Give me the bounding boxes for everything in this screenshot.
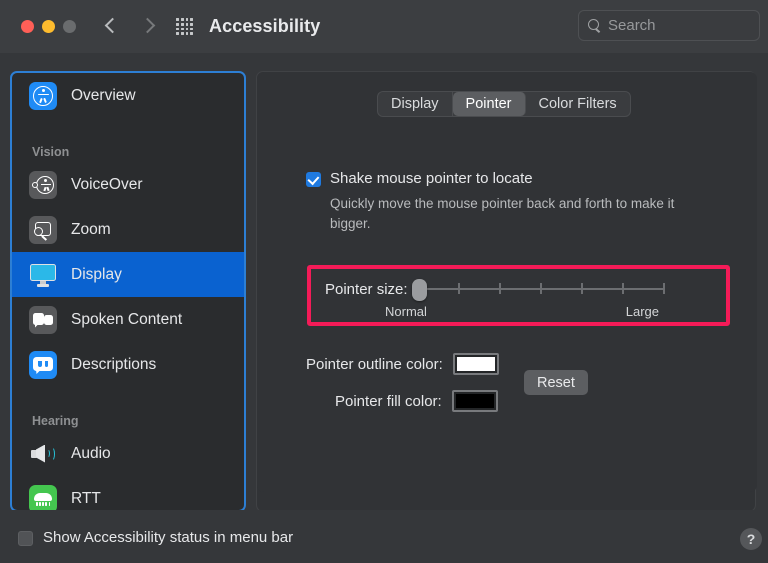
sidebar-item-label: Audio	[71, 445, 111, 463]
spoken-content-icon	[29, 306, 57, 334]
zoom-button[interactable]	[63, 20, 76, 33]
pointer-size-slider[interactable]	[417, 280, 665, 298]
zoom-icon	[29, 216, 57, 244]
sidebar-item-label: VoiceOver	[71, 176, 143, 194]
sidebar-item-voiceover[interactable]: VoiceOver	[12, 162, 244, 207]
slider-thumb[interactable]	[412, 279, 427, 301]
sidebar-item-audio[interactable]: Audio	[12, 431, 244, 476]
sidebar-item-label: Descriptions	[71, 356, 156, 374]
sidebar-section-vision: Vision	[12, 132, 244, 162]
voiceover-icon	[29, 171, 57, 199]
sidebar: Overview Vision VoiceOver	[10, 71, 246, 512]
traffic-light-group	[21, 20, 76, 33]
rtt-icon	[29, 485, 57, 513]
slider-max-label: Large	[626, 304, 659, 319]
pointer-settings-content: Shake mouse pointer to locate Quickly mo…	[257, 72, 757, 492]
sidebar-item-zoom[interactable]: Zoom	[12, 207, 244, 252]
sidebar-item-label: Overview	[71, 87, 136, 105]
window-body: Overview Vision VoiceOver	[0, 53, 768, 563]
slider-tick	[499, 283, 501, 294]
search-icon	[588, 19, 601, 32]
slider-tick	[622, 283, 624, 294]
main-panel-inner: Display Pointer Color Filters Shake mous…	[257, 72, 757, 492]
sidebar-spacer	[12, 387, 244, 401]
sidebar-item-label: Zoom	[71, 221, 111, 239]
sidebar-scroll-area[interactable]: Overview Vision VoiceOver	[12, 73, 244, 510]
pointer-size-label: Pointer size:	[325, 281, 408, 298]
sidebar-item-label: RTT	[71, 490, 101, 508]
main-panel: Display Pointer Color Filters Shake mous…	[256, 71, 756, 512]
sidebar-section-hearing: Hearing	[12, 401, 244, 431]
help-button[interactable]: ?	[740, 528, 762, 550]
menu-bar-status-checkbox-row[interactable]: Show Accessibility status in menu bar	[18, 529, 293, 546]
pointer-fill-color-label: Pointer fill color:	[335, 393, 442, 410]
sidebar-item-label: Spoken Content	[71, 311, 182, 329]
minimize-button[interactable]	[42, 20, 55, 33]
pointer-outline-color-well[interactable]	[453, 353, 499, 375]
pointer-fill-color-well[interactable]	[452, 390, 498, 412]
pointer-outline-color-label: Pointer outline color:	[306, 356, 443, 373]
sidebar-spacer	[12, 118, 244, 132]
slider-tick	[663, 283, 665, 294]
pointer-size-row: Pointer size:	[325, 280, 665, 298]
pointer-outline-color-row: Pointer outline color:	[306, 353, 499, 375]
shake-pointer-checkbox-row[interactable]: Shake mouse pointer to locate	[306, 170, 533, 187]
slider-tick	[581, 283, 583, 294]
accessibility-icon	[29, 82, 57, 110]
descriptions-icon	[29, 351, 57, 379]
shake-pointer-checkbox[interactable]	[306, 172, 321, 187]
slider-tick	[540, 283, 542, 294]
sidebar-item-spoken-content[interactable]: Spoken Content	[12, 297, 244, 342]
sidebar-item-descriptions[interactable]: Descriptions	[12, 342, 244, 387]
menu-bar-status-checkbox[interactable]	[18, 531, 33, 546]
sidebar-item-display[interactable]: Display	[12, 252, 244, 297]
shake-pointer-description: Quickly move the mouse pointer back and …	[330, 194, 702, 233]
navigation-arrows	[105, 17, 151, 36]
slider-tick	[458, 283, 460, 294]
menu-bar-status-label: Show Accessibility status in menu bar	[43, 529, 293, 546]
reset-button[interactable]: Reset	[524, 370, 588, 395]
page-title: Accessibility	[209, 16, 320, 37]
search-placeholder: Search	[608, 17, 656, 34]
close-button[interactable]	[21, 20, 34, 33]
shake-pointer-label: Shake mouse pointer to locate	[330, 170, 533, 187]
show-all-grid-icon[interactable]	[176, 18, 193, 35]
window-titlebar: Accessibility Search	[0, 0, 768, 53]
window-footer: Show Accessibility status in menu bar	[0, 510, 768, 563]
search-field[interactable]: Search	[578, 10, 760, 41]
display-icon	[29, 261, 57, 289]
sidebar-item-rtt[interactable]: RTT	[12, 476, 244, 512]
sidebar-item-overview[interactable]: Overview	[12, 73, 244, 118]
audio-icon	[29, 440, 57, 468]
sidebar-item-label: Display	[71, 266, 122, 284]
forward-chevron-icon[interactable]	[140, 17, 151, 36]
slider-end-labels: Normal Large	[385, 304, 659, 319]
slider-min-label: Normal	[385, 304, 427, 319]
back-chevron-icon[interactable]	[105, 17, 116, 36]
pointer-fill-color-row: Pointer fill color:	[335, 390, 498, 412]
